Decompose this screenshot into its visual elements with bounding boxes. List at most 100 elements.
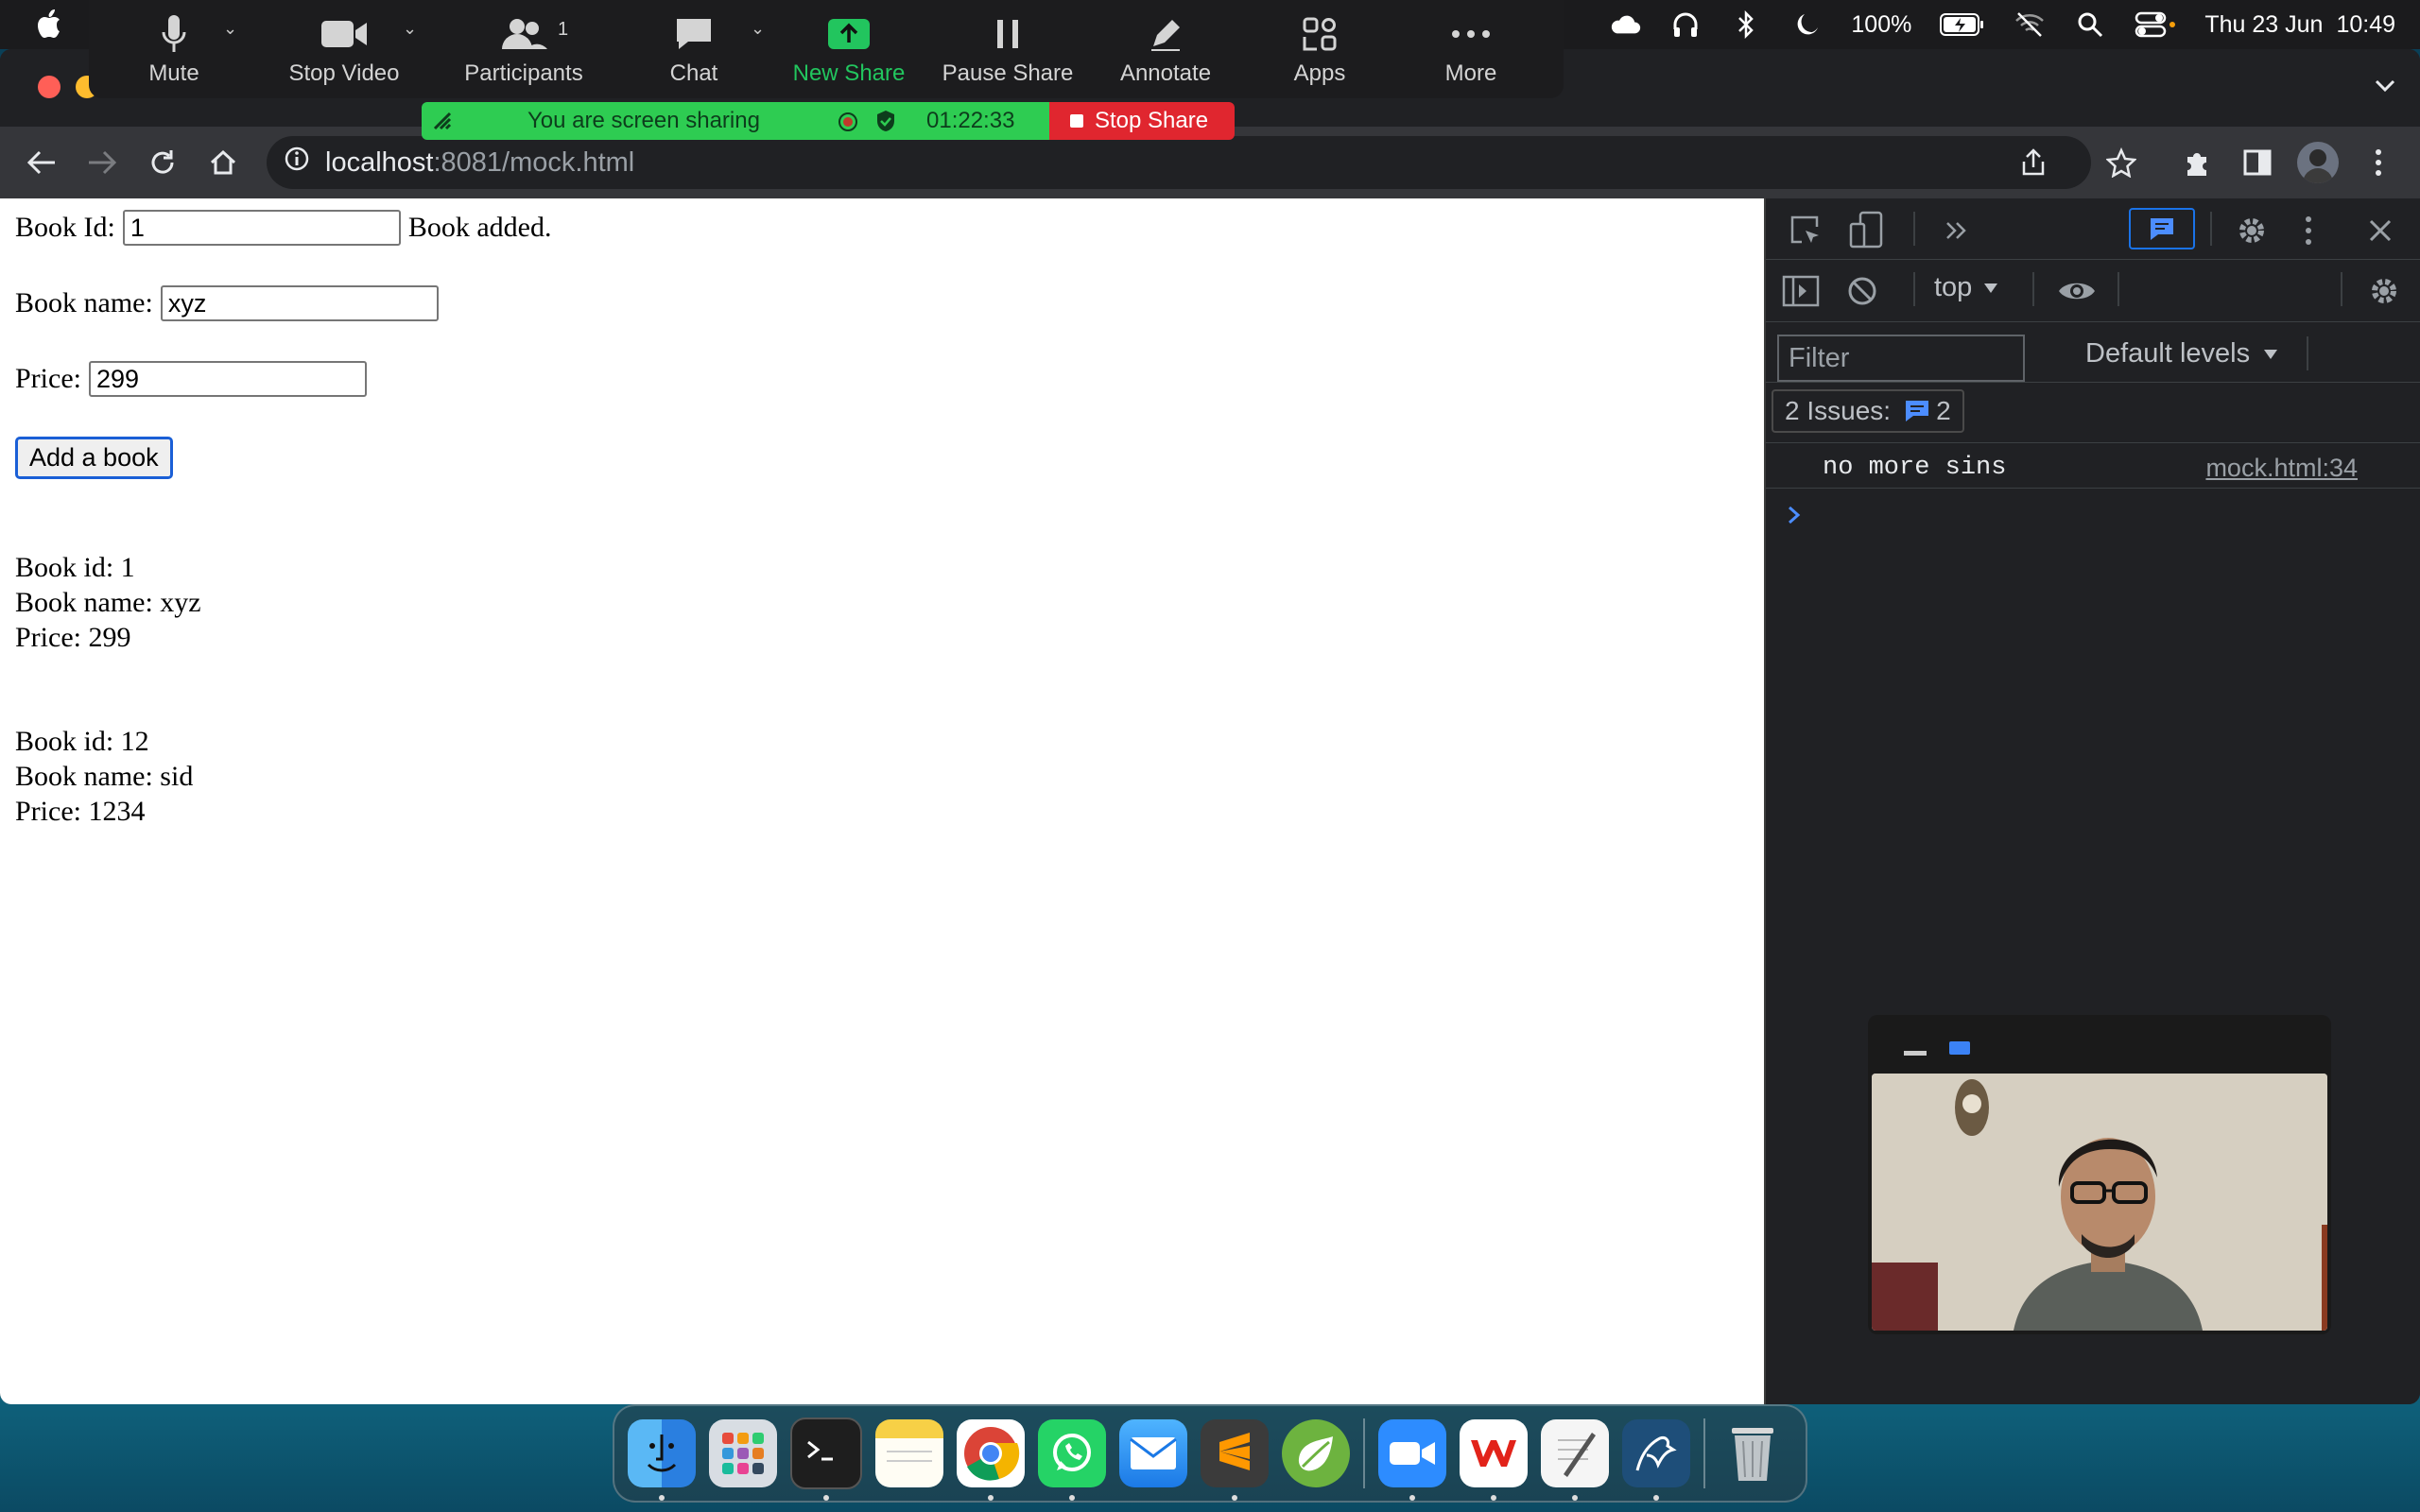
log-source-link[interactable]: mock.html:34	[2205, 454, 2358, 483]
share-page-icon[interactable]	[2021, 148, 2046, 184]
more-tabs-chevron-icon[interactable]	[1940, 214, 1974, 248]
zoom-item-label: Pause Share	[942, 60, 1074, 86]
bluetooth-icon[interactable]	[1730, 9, 1762, 41]
book-price-text: Price: 1234	[15, 796, 146, 827]
terminal-icon[interactable]	[790, 1418, 862, 1501]
tab-list-chevron-icon[interactable]	[2375, 79, 2395, 97]
menubar-time[interactable]: 10:49	[2336, 11, 2395, 39]
status-message: Book added.	[407, 212, 552, 243]
book-name-label: Book name:	[15, 287, 153, 318]
whatsapp-icon[interactable]	[1038, 1419, 1106, 1501]
console-prompt-chevron-icon[interactable]	[1787, 505, 1802, 530]
stop-share-button[interactable]: Stop Share	[1049, 102, 1235, 140]
log-levels-dropdown[interactable]: Default levels	[2085, 338, 2278, 369]
zoom-app-icon[interactable]	[1378, 1419, 1446, 1501]
log-message: no more sins	[1823, 454, 2007, 482]
apps-button[interactable]: Apps	[1244, 0, 1395, 98]
participants-button[interactable]: 1 Participants	[429, 0, 618, 98]
mysql-workbench-icon[interactable]	[1622, 1419, 1690, 1501]
home-button[interactable]	[204, 144, 242, 181]
apps-icon	[1302, 13, 1338, 55]
recording-indicator-icon	[838, 112, 858, 139]
share-status-area[interactable]: You are screen sharing 01:22:33	[422, 102, 1049, 140]
wps-office-icon[interactable]	[1460, 1419, 1528, 1501]
mute-options-chevron-icon[interactable]: ⌄	[223, 19, 237, 39]
devtools-settings-gear-icon[interactable]	[2233, 212, 2271, 249]
dock-separator	[1363, 1418, 1365, 1488]
self-view-video-feed	[1872, 1074, 2327, 1331]
console-settings-gear-icon[interactable]	[2365, 272, 2403, 310]
context-selector[interactable]: top	[1934, 272, 1998, 303]
stop-video-button[interactable]: ⌄ Stop Video	[259, 0, 429, 98]
show-sidebar-icon[interactable]	[1781, 272, 1821, 310]
mail-icon[interactable]	[1119, 1419, 1187, 1487]
spotlight-search-icon[interactable]	[2074, 9, 2106, 41]
window-close-button[interactable]	[38, 76, 60, 98]
headphones-icon[interactable]	[1669, 9, 1702, 41]
book-id-text: Book id: 12	[15, 726, 149, 757]
forward-button[interactable]	[83, 144, 121, 181]
finder-icon[interactable]	[628, 1419, 696, 1501]
focus-moon-icon[interactable]	[1790, 9, 1823, 41]
console-filter-input[interactable]: Filter	[1777, 335, 2025, 382]
chrome-icon[interactable]	[957, 1419, 1025, 1501]
notes-icon[interactable]	[875, 1419, 943, 1487]
share-status-text: You are screen sharing	[527, 108, 760, 133]
inspect-element-icon[interactable]	[1787, 212, 1824, 249]
control-center-icon[interactable]	[2135, 9, 2176, 41]
price-input[interactable]	[88, 361, 367, 397]
icloud-icon[interactable]	[1609, 9, 1641, 41]
book-name-input[interactable]	[160, 285, 439, 321]
address-bar[interactable]: localhost:8081/mock.html	[267, 136, 2091, 189]
issues-message-icon[interactable]	[2129, 208, 2195, 249]
video-options-chevron-icon[interactable]: ⌄	[403, 19, 417, 39]
book-id-input[interactable]	[122, 210, 401, 246]
minimize-video-icon[interactable]	[1904, 1051, 1927, 1056]
extensions-puzzle-icon[interactable]	[2178, 144, 2216, 181]
battery-charging-icon[interactable]	[1940, 9, 1985, 41]
textedit-icon[interactable]	[1541, 1419, 1609, 1501]
pause-share-button[interactable]: Pause Share	[928, 0, 1087, 98]
live-expression-eye-icon[interactable]	[2055, 272, 2099, 310]
wifi-off-icon[interactable]	[2014, 9, 2046, 41]
add-book-button[interactable]: Add a book	[15, 437, 173, 479]
chat-options-chevron-icon[interactable]: ⌄	[751, 19, 765, 39]
back-button[interactable]	[23, 144, 60, 181]
device-toolbar-icon[interactable]	[1847, 210, 1885, 249]
book-name-row: Book name:	[15, 285, 439, 321]
issues-chat-icon	[1904, 399, 1930, 423]
profile-avatar[interactable]	[2297, 142, 2339, 183]
devtools-close-icon[interactable]	[2363, 214, 2397, 248]
site-info-icon[interactable]	[284, 146, 310, 180]
bookmark-star-icon[interactable]	[2102, 144, 2140, 181]
side-panel-icon[interactable]	[2238, 144, 2276, 181]
book-id-label: Book Id:	[15, 212, 115, 243]
new-share-button[interactable]: New Share	[769, 0, 928, 98]
chat-button[interactable]: ⌄ Chat	[618, 0, 769, 98]
video-self-view-window[interactable]	[1868, 1015, 2331, 1334]
annotate-button[interactable]: Annotate	[1087, 0, 1244, 98]
video-view-toggle-icon[interactable]	[1949, 1041, 1970, 1055]
spring-tools-icon[interactable]	[1282, 1419, 1350, 1487]
more-dots-icon	[1450, 13, 1492, 55]
chrome-menu-icon[interactable]	[2360, 144, 2397, 181]
apple-logo-icon[interactable]	[34, 8, 62, 40]
microphone-icon	[161, 13, 187, 55]
devtools-menu-icon[interactable]	[2299, 212, 2318, 249]
encryption-shield-icon	[875, 110, 896, 139]
sublime-text-icon[interactable]	[1201, 1419, 1269, 1501]
issues-counter-button[interactable]: 2 Issues: 2	[1772, 389, 1964, 433]
console-filter-bar: Filter Default levels	[1766, 321, 2420, 383]
log-levels-label: Default levels	[2085, 338, 2251, 369]
drag-handle-icon[interactable]	[431, 110, 454, 139]
participants-count-badge: 1	[558, 19, 569, 40]
reload-button[interactable]	[144, 144, 182, 181]
more-button[interactable]: More	[1395, 0, 1547, 98]
menubar-date[interactable]: Thu 23 Jun	[2204, 11, 2323, 39]
zoom-item-label: Chat	[669, 60, 718, 86]
trash-icon[interactable]	[1719, 1419, 1787, 1487]
zoom-meeting-toolbar: ⌄ Mute ⌄ Stop Video 1 Participants ⌄ Cha…	[89, 0, 1564, 98]
mute-button[interactable]: ⌄ Mute	[89, 0, 259, 98]
launchpad-icon[interactable]	[709, 1419, 777, 1487]
clear-console-icon[interactable]	[1843, 272, 1881, 310]
